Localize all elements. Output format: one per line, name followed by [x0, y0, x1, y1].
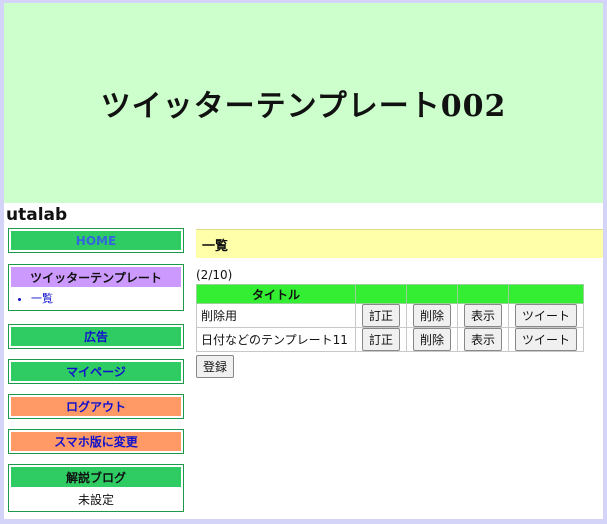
register-button[interactable]: 登録 [196, 355, 235, 378]
delete-button[interactable]: 削除 [412, 304, 451, 327]
column-header-title: タイトル [196, 284, 356, 304]
delete-button[interactable]: 削除 [412, 328, 451, 351]
view-button[interactable]: 表示 [463, 328, 502, 351]
template-list: 一覧 [9, 290, 183, 306]
column-header-delete [406, 284, 458, 304]
ad-button-label: 広告 [11, 327, 181, 346]
template-box-title: ツイッターテンプレート [11, 267, 181, 287]
home-button-label: HOME [11, 231, 181, 250]
table-row: 日付などのテンプレート11 訂正 削除 表示 ツイート [196, 327, 584, 352]
column-header-edit [355, 284, 407, 304]
home-button[interactable]: HOME [8, 228, 184, 253]
table-header-row: タイトル [196, 284, 584, 304]
template-box: ツイッターテンプレート 一覧 [8, 264, 184, 311]
view-button[interactable]: 表示 [463, 304, 502, 327]
ad-button[interactable]: 広告 [8, 324, 184, 349]
row-title: 日付などのテンプレート11 [196, 327, 356, 352]
column-header-view [457, 284, 509, 304]
tweet-button[interactable]: ツイート [514, 328, 577, 351]
edit-button[interactable]: 訂正 [361, 304, 400, 327]
row-title: 削除用 [196, 303, 356, 328]
blog-box-value: 未設定 [77, 493, 114, 507]
smartphone-version-button[interactable]: スマホ版に変更 [8, 429, 184, 454]
logout-button[interactable]: ログアウト [8, 394, 184, 419]
logout-button-label: ログアウト [11, 397, 181, 416]
mypage-button-label: マイページ [11, 362, 181, 381]
item-count: (2/10) [196, 268, 233, 282]
smartphone-version-label: スマホ版に変更 [11, 432, 181, 451]
mypage-button[interactable]: マイページ [8, 359, 184, 384]
banner-title: ツイッターテンプレート002 [100, 89, 507, 124]
template-table: タイトル 削除用 訂正 削除 表示 ツイート 日付などのテンプレート11 訂正 … [196, 284, 584, 352]
site-name: utalab [6, 205, 68, 225]
blog-box-title: 解説ブログ [11, 467, 181, 487]
page: ツイッターテンプレート002 utalab HOME ツイッターテンプレート 一… [4, 3, 603, 519]
main-content: 一覧 (2/10) タイトル 削除用 訂正 削除 表示 ツイート 日付などのテン… [196, 229, 603, 378]
edit-button[interactable]: 訂正 [361, 328, 400, 351]
table-row: 削除用 訂正 削除 表示 ツイート [196, 303, 584, 328]
template-list-item[interactable]: 一覧 [31, 290, 183, 306]
column-header-tweet [508, 284, 584, 304]
tweet-button[interactable]: ツイート [514, 304, 577, 327]
blog-box: 解説ブログ 未設定 [8, 464, 184, 512]
section-title: 一覧 [196, 229, 603, 258]
header-banner: ツイッターテンプレート002 [4, 3, 603, 203]
